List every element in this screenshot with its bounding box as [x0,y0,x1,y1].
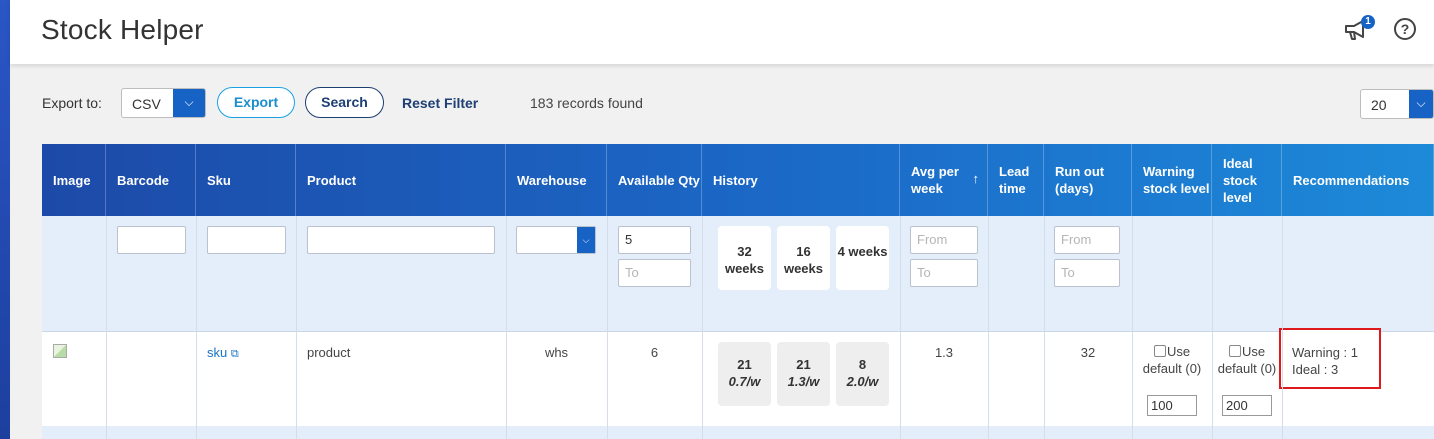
barcode-filter-input[interactable] [117,226,186,254]
column-header-available-qty[interactable]: Available Qty [607,144,702,216]
app-left-stripe [0,0,10,439]
column-divider [607,216,608,439]
column-divider [900,216,901,439]
history-32-weeks-button[interactable]: 32 weeks [718,226,771,290]
checkbox[interactable] [1153,345,1166,357]
runout-to-input[interactable]: To [1054,259,1120,287]
column-header-barcode[interactable]: Barcode [106,144,196,216]
export-format-select[interactable]: CSV ⌵ [121,88,206,118]
column-header-lead-time[interactable]: Lead time [988,144,1044,216]
sku-link[interactable]: sku ⧉ [207,345,239,361]
product-filter-input[interactable] [307,226,495,254]
table-header: Image Barcode Sku Product Warehouse Avai… [42,144,1434,216]
column-divider [506,216,507,439]
recommendation-ideal: Ideal : 3 [1292,362,1339,377]
table-row[interactable] [42,426,1434,439]
column-header-warning-level[interactable]: Warning stock level [1132,144,1212,216]
warning-level-input[interactable]: 100 [1147,395,1197,416]
column-divider [1282,216,1283,439]
external-link-icon: ⧉ [230,348,239,360]
history-rate: 1.3/w [787,374,820,389]
history-count: 8 [858,357,867,372]
history-rate: 0.7/w [728,374,761,389]
toolbar: Export to: CSV ⌵ Export Search Reset Fil… [42,86,1434,120]
column-header-warehouse[interactable]: Warehouse [506,144,607,216]
warehouse-filter-select[interactable]: ⌵ [516,226,596,254]
column-header-avg-per-week[interactable]: Avg per week ↑ [900,144,988,216]
column-header-image[interactable]: Image [42,144,106,216]
filter-row: ⌵ 5 To 32 weeks 16 weeks 4 weeks From To… [42,216,1434,332]
sku-filter-input[interactable] [207,226,286,254]
avg-to-input[interactable]: To [910,259,978,287]
checkbox[interactable] [1228,345,1241,357]
available-qty-value: 6 [650,345,659,360]
history-count: 21 [796,357,811,372]
column-header-history[interactable]: History [702,144,900,216]
column-divider [296,216,297,439]
notification-badge: 1 [1361,15,1375,29]
top-bar: Stock Helper 1 ? [10,0,1434,64]
reset-filter-link[interactable]: Reset Filter [402,95,478,111]
available-qty-to-input[interactable]: To [618,259,691,287]
ideal-level-input[interactable]: 200 [1222,395,1272,416]
use-default-label: Use default (0) [1142,344,1202,376]
column-divider [1212,216,1213,439]
column-header-product[interactable]: Product [296,144,506,216]
avg-per-week-value: 1.3 [934,345,954,360]
product-name: product [307,345,351,360]
column-divider [702,216,703,439]
chevron-down-icon: ⌵ [577,227,595,253]
sku-link-text: sku [207,345,228,360]
history-rate: 2.0/w [846,374,879,389]
chevron-down-icon: ⌵ [1409,90,1433,118]
chevron-down-icon: ⌵ [173,89,205,117]
warehouse-value: whs [544,345,569,360]
product-image [53,344,67,358]
column-divider [196,216,197,439]
help-icon[interactable]: ? [1394,18,1416,40]
history-count: 21 [737,357,752,372]
ideal-use-default-checkbox[interactable]: Use default (0) [1215,343,1279,377]
export-button[interactable]: Export [217,87,295,118]
announcements-button[interactable]: 1 [1343,15,1375,45]
available-qty-from-input[interactable]: 5 [618,226,691,254]
runout-from-input[interactable]: From [1054,226,1120,254]
sort-arrow-up-icon: ↑ [972,171,980,186]
page-size-select[interactable]: 20 ⌵ [1360,89,1434,119]
history-4-weeks-value: 8 2.0/w [836,342,889,406]
column-divider [1132,216,1133,439]
column-header-run-out[interactable]: Run out (days) [1044,144,1132,216]
column-header-sku[interactable]: Sku [196,144,296,216]
history-16-weeks-button[interactable]: 16 weeks [777,226,830,290]
column-divider [1044,216,1045,439]
run-out-value: 32 [1080,345,1096,360]
avg-per-week-label: Avg per week [911,164,959,196]
use-default-label: Use default (0) [1217,344,1277,376]
recommendations-box: Warning : 1 Ideal : 3 [1279,328,1381,389]
column-divider [106,216,107,439]
column-divider [988,216,989,439]
records-count: 183 records found [530,95,643,111]
table-row[interactable]: sku ⧉ product whs 6 21 0.7/w 21 1.3/w 8 … [42,332,1434,426]
page-size-value: 20 [1371,97,1387,113]
column-header-ideal-level[interactable]: Ideal stock level [1212,144,1282,216]
column-header-recommendations[interactable]: Recommendations [1282,144,1434,216]
history-16-weeks-value: 21 1.3/w [777,342,830,406]
export-format-value: CSV [132,96,161,112]
search-button[interactable]: Search [305,87,384,118]
avg-from-input[interactable]: From [910,226,978,254]
history-32-weeks-value: 21 0.7/w [718,342,771,406]
warning-use-default-checkbox[interactable]: Use default (0) [1140,343,1204,377]
export-to-label: Export to: [42,95,102,111]
history-4-weeks-button[interactable]: 4 weeks [836,226,889,290]
stock-table: Image Barcode Sku Product Warehouse Avai… [42,144,1434,439]
page-title: Stock Helper [41,14,204,45]
recommendation-warning: Warning : 1 [1292,345,1358,360]
